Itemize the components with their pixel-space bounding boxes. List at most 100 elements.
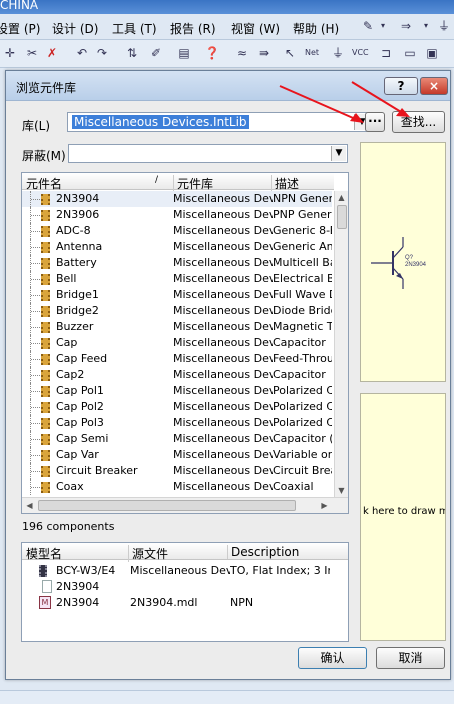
cross-select-icon[interactable]: ✂ (24, 45, 40, 61)
component-library: Miscellaneous Devic (173, 240, 273, 253)
component-description: PNP General (273, 208, 332, 221)
scroll-down-icon[interactable]: ▼ (335, 484, 348, 497)
cross-probe-icon[interactable]: ✐ (148, 45, 164, 61)
column-header-library[interactable]: 元件库 (173, 175, 213, 192)
component-name: Antenna (56, 240, 103, 253)
menu-item-reports[interactable]: 报告 (R) (170, 20, 216, 37)
sheet-symbol-icon[interactable]: ▭ (402, 45, 418, 61)
component-description: Polarized Ca (273, 384, 332, 397)
port-tool-icon[interactable]: ⇒ (398, 18, 414, 34)
component-row[interactable]: Cap Var Miscellaneous DevicVariable or A (22, 447, 332, 463)
column-header-source-file[interactable]: 源文件 (128, 545, 168, 562)
column-header-model-name[interactable]: 模型名 (26, 545, 62, 562)
component-row[interactable]: Cap Miscellaneous DevicCapacitor (22, 335, 332, 351)
cancel-button[interactable]: 取消 (376, 647, 445, 669)
component-row[interactable]: Cap Pol2 Miscellaneous DevicPolarized Ca (22, 399, 332, 415)
tree-line (30, 367, 41, 383)
component-row[interactable]: Bridge2 Miscellaneous DevicDiode Bridge (22, 303, 332, 319)
menu-item-tools[interactable]: 工具 (T) (112, 20, 157, 37)
column-header-model-description[interactable]: Description (227, 545, 299, 559)
menu-item-help[interactable]: 帮助 (H) (293, 20, 339, 37)
component-icon (41, 450, 50, 461)
component-row[interactable]: Cap Pol3 Miscellaneous DevicPolarized Ca (22, 415, 332, 431)
undo-icon[interactable]: ↶ (74, 45, 90, 61)
redo-icon[interactable]: ↷ (94, 45, 110, 61)
component-name: Battery (56, 256, 97, 269)
component-library: Miscellaneous Devic (173, 336, 273, 349)
component-description: Capacitor (273, 368, 326, 381)
wire-tool-icon[interactable]: ✎ (360, 18, 376, 34)
component-library: Miscellaneous Devic (173, 208, 273, 221)
component-description: Multicell Bat (273, 256, 332, 269)
component-row[interactable]: Cap2 Miscellaneous DevicCapacitor (22, 367, 332, 383)
component-description: Circuit Break (273, 464, 332, 477)
component-row[interactable]: 2N3904 Miscellaneous DevicNPN General (22, 191, 332, 207)
column-header-name[interactable]: 元件名 (26, 175, 62, 192)
hscroll-thumb[interactable] (38, 500, 296, 511)
move-icon[interactable]: ✛ (2, 45, 18, 61)
gnd-port-icon[interactable]: ⏚ (330, 45, 346, 61)
chevron-down-icon[interactable]: ▼ (331, 146, 346, 161)
menu-item-design[interactable]: 设计 (D) (52, 20, 98, 37)
scroll-up-icon[interactable]: ▲ (335, 191, 348, 204)
scroll-left-icon[interactable]: ◀ (23, 499, 36, 512)
model-row[interactable]: M 2N3904 2N3904.mdl NPN (22, 595, 348, 611)
menu-bar: 设置 (P) 设计 (D) 工具 (T) 报告 (R) 视窗 (W) 帮助 (H… (0, 14, 454, 40)
component-row[interactable]: 2N3906 Miscellaneous DevicPNP General (22, 207, 332, 223)
net-label-icon[interactable]: Net (304, 45, 320, 61)
component-row[interactable]: Cap Feed Miscellaneous DevicFeed-Throug (22, 351, 332, 367)
component-icon (41, 274, 50, 285)
component-name: Buzzer (56, 320, 94, 333)
component-row[interactable]: Cap Pol1 Miscellaneous DevicPolarized Ca (22, 383, 332, 399)
component-row[interactable]: Coax Miscellaneous DevicCoaxial (22, 479, 332, 495)
model-list: 模型名 源文件 Description BCY-W3/E4 Miscellane… (21, 542, 349, 642)
component-row[interactable]: Cap Semi Miscellaneous DevicCapacitor (S (22, 431, 332, 447)
tree-line (30, 271, 41, 287)
ground-tool-icon[interactable]: ⏚ (436, 18, 452, 34)
bus-entry-icon[interactable]: ↖ (282, 45, 298, 61)
component-row[interactable]: Antenna Miscellaneous DevicGeneric Ante (22, 239, 332, 255)
library-icon[interactable]: ▤ (176, 45, 192, 61)
bus-icon[interactable]: ⇛ (256, 45, 272, 61)
component-name: Cap Feed (56, 352, 108, 365)
wire-icon[interactable]: ≈ (234, 45, 250, 61)
component-description: Capacitor (S (273, 432, 332, 445)
browse-libraries-dialog: 浏览元件库 ? × 库(L) Miscellaneous Devices.Int… (5, 70, 451, 680)
ok-button[interactable]: 确认 (298, 647, 367, 669)
tree-line (30, 191, 41, 207)
vcc-port-icon[interactable]: VCC (352, 45, 369, 61)
arrow-2-shaft (351, 81, 407, 116)
component-row[interactable]: Bell Miscellaneous DevicElectrical Be (22, 271, 332, 287)
deselect-icon[interactable]: ✗ (44, 45, 60, 61)
model-name: 2N3904 (56, 596, 100, 609)
model-preview[interactable]: k here to draw mo (360, 393, 446, 641)
footprint-icon (39, 565, 47, 577)
symbol-part-name: 2N3904 (405, 262, 427, 268)
menu-item-place[interactable]: 设置 (P) (0, 20, 40, 37)
mask-input[interactable]: ▼ (68, 144, 348, 163)
model-row[interactable]: 2N3904 (22, 579, 348, 595)
component-row[interactable]: Bridge1 Miscellaneous DevicFull Wave D (22, 287, 332, 303)
place-part-icon[interactable]: ⊐ (378, 45, 394, 61)
component-name: ADC-8 (56, 224, 91, 237)
component-row[interactable]: Buzzer Miscellaneous DevicMagnetic Tr (22, 319, 332, 335)
column-header-description[interactable]: 描述 (271, 175, 299, 192)
component-horizontal-scrollbar[interactable]: ◀ ▶ (22, 497, 348, 513)
component-library: Miscellaneous Devic (173, 224, 273, 237)
scroll-right-icon[interactable]: ▶ (318, 499, 331, 512)
component-description: Capacitor (273, 336, 326, 349)
component-library: Miscellaneous Devic (173, 320, 273, 333)
chevron-down-icon[interactable]: ▾ (375, 18, 391, 34)
chevron-down-icon[interactable]: ▾ (418, 18, 434, 34)
component-vertical-scrollbar[interactable]: ▲ ▼ (334, 191, 348, 497)
help-advisor-icon[interactable]: ❓ (204, 45, 220, 61)
component-row[interactable]: ADC-8 Miscellaneous DevicGeneric 8-Bit (22, 223, 332, 239)
sheet-entry-icon[interactable]: ▣ (424, 45, 440, 61)
component-row[interactable]: Battery Miscellaneous DevicMulticell Bat (22, 255, 332, 271)
menu-item-window[interactable]: 视窗 (W) (231, 20, 280, 37)
up-down-hierarchy-icon[interactable]: ⇅ (124, 45, 140, 61)
component-row[interactable]: Circuit Breaker Miscellaneous DevicCircui… (22, 463, 332, 479)
scroll-thumb[interactable] (337, 205, 347, 229)
symbol-designator: Q? (405, 255, 414, 261)
model-row[interactable]: BCY-W3/E4 Miscellaneous Devic TO, Flat I… (22, 563, 348, 579)
